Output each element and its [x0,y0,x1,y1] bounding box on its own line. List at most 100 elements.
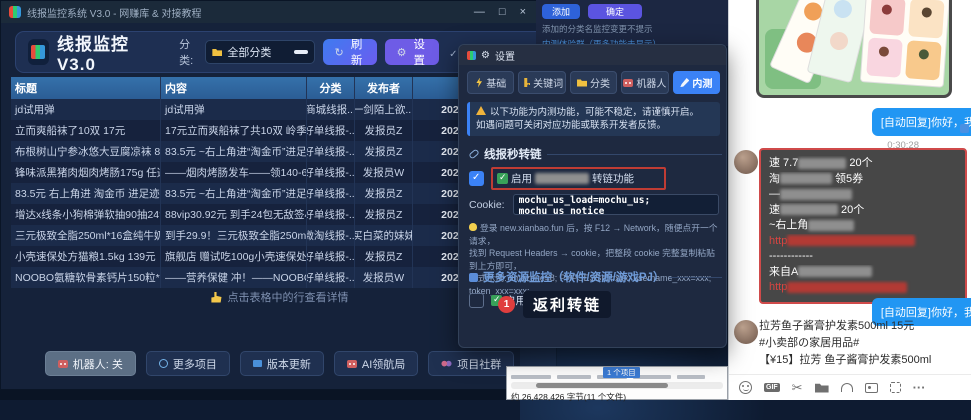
tab-关键词[interactable]: 关键词 [518,71,565,94]
message-line: 来自A [769,265,957,281]
censored-link [787,235,915,246]
pointing-hand-icon [211,292,222,303]
table-cell: 好单线报-... [307,162,355,183]
product-message: 拉芳鱼子酱膏护发素500ml 15元#小卖部の家居用品#【¥15】拉芳 鱼子酱膏… [759,318,931,369]
footer-button-ai[interactable]: AI领航局 [334,351,418,376]
censored-text [780,173,832,184]
table-cell: 好单线报-... [307,183,355,204]
tab-机器人[interactable]: 机器人 [621,71,668,94]
category-value: 全部分类 [227,44,271,60]
column-header[interactable]: 标题 [11,77,161,99]
maximize-button[interactable]: □ [499,6,506,18]
background-caption: 添加的分类名监控变更不提示 [542,23,722,35]
tab-内测[interactable]: 内测 [673,71,720,94]
footer-button-[interactable]: 版本更新 [240,351,324,376]
image-icon[interactable] [865,383,878,393]
table-cell: 17元立而爽船袜了共10双 岭季怯后石... [161,120,307,141]
censored-text [780,189,852,200]
avatar[interactable] [734,150,758,174]
censored-text [798,158,846,169]
footer-button-bar: 机器人: 关更多项目版本更新 AI领航局项目社群 [1,351,558,376]
refresh-button[interactable]: ↻ 刷新 [323,39,377,65]
checkbox-enable-link-convert[interactable] [469,171,484,186]
censored-text [808,220,854,231]
globe-icon [159,359,168,368]
close-button[interactable]: × [520,6,526,18]
headset-icon[interactable] [841,383,853,392]
tab-分类[interactable]: 分类 [570,71,617,94]
cookie-input[interactable]: mochu_us_load=mochu_us; mochu_us_notice [513,194,719,215]
dialog-app-icon [467,51,476,60]
table-cell: 好单线报-... [307,204,355,225]
table-cell: ——烟肉烤肠发车——领140-60补... [161,162,307,183]
table-cell: 立而爽船袜了10双 17元 [11,120,161,141]
green-check-icon [497,173,508,184]
background-window-fragment: 添加 确定 添加的分类名监控变更不提示 内测体验群（更多功能未显示） [536,0,728,46]
cookie-label: Cookie: [469,199,505,211]
taskbar-strip [0,390,557,400]
column-header[interactable]: 分类 [307,77,355,99]
multi-select-icon[interactable] [960,124,969,133]
beta-warning: 以下功能为内测功能，可能不稳定，请谨慎开启。 如遇问题可关闭对应功能或联系开发者… [467,102,720,136]
chevron-down-icon [294,50,308,54]
cookie-row: Cookie: mochu_us_load=mochu_us; mochu_us… [469,194,719,215]
explorer-item-tag: 1 个项目 [603,367,640,378]
annotation-callout: 1 返利转链 [498,291,611,318]
horizontal-scrollbar[interactable] [511,382,723,389]
product-image[interactable] [756,0,952,98]
avatar[interactable] [734,320,758,344]
file-explorer-fragment: 1 个项目 约 26,428,426 字节(11 个文件) [506,366,728,400]
table-cell: 发报员Z [355,204,413,225]
message-line: ~右上角 [769,218,957,234]
pen-icon [680,78,689,87]
checkbox-enable-more-monitor[interactable] [469,293,484,308]
red-annotated-message: 速 7.7 20个淘 领5券—速 20个~右上角http------------… [759,148,967,304]
footer-button-[interactable]: 机器人: 关 [45,351,136,376]
key-icon [521,78,530,87]
dialog-tabs: 基础关键词分类机器人内测 [467,71,720,94]
table-cell: 布根树山宁参冰悠大豆腐凉袜 83.5元 [11,141,161,162]
table-cell: 好单线报-... [307,246,355,267]
footer-button-[interactable]: 项目社群 [428,351,514,376]
smiley-icon[interactable] [739,381,752,394]
column-header[interactable]: 发布者 [355,77,413,99]
annotation-number-badge: 1 [498,296,515,313]
settings-button[interactable]: ⚙ 设置 [385,39,440,65]
table-cell: 三元极致全脂250ml*16盒纯牛奶 29.... [11,225,161,246]
message-line: 淘 领5券 [769,172,957,188]
auto-reply-bubble: [自动回复]你好，我现 [872,108,971,136]
table-cell: 发报员Z [355,183,413,204]
enable-link-convert-row: 启用 转链功能 [469,167,666,190]
message-line: ------------ [769,249,957,265]
minimize-button[interactable]: — [474,6,485,18]
folder-icon[interactable] [815,383,829,393]
app-logo-icon [28,39,49,65]
category-select[interactable]: 全部分类 [205,40,314,64]
robot-icon [623,79,633,87]
footer-button-[interactable]: 更多项目 [146,351,230,376]
frame-icon[interactable] [890,382,901,393]
table-cell: 发报员Z [355,141,413,162]
table-cell: ——营养保健 冲！——NOOBO ... [161,267,307,288]
chat-toolbar: GIF ✂ ··· [729,374,971,400]
table-cell: 好单线报-... [307,141,355,162]
more-icon[interactable]: ··· [913,380,926,395]
gif-icon[interactable]: GIF [764,383,780,392]
confirm-button[interactable]: 确定 [588,4,642,19]
message-line: 速 7.7 20个 [769,156,957,172]
table-cell: 88vip30.92元 到手24包无敌签4.48... [161,204,307,225]
table-cell: 83.5元 ~右上角进“淘金币”进足迹... [161,141,307,162]
message-line: 拉芳鱼子酱膏护发素500ml 15元 [759,318,931,335]
table-cell: jd试用弹 [161,99,307,120]
table-cell: 小壳速保处方猫粮1.5kg 139元 [11,246,161,267]
table-cell: 一剑陌上欲... [355,99,413,120]
dialog-title: 设置 [495,48,515,63]
add-button[interactable]: 添加 [542,4,580,19]
column-header[interactable]: 内容 [161,77,307,99]
censored-text [535,173,589,184]
category-label: 分类: [179,36,199,68]
tab-基础[interactable]: 基础 [467,71,514,94]
table-cell: 发报员W [355,267,413,288]
scissors-icon[interactable]: ✂ [792,380,803,396]
titlebar: 线报监控系统 V3.0 - 网赚库 & 对接教程 — □ × [1,1,558,23]
